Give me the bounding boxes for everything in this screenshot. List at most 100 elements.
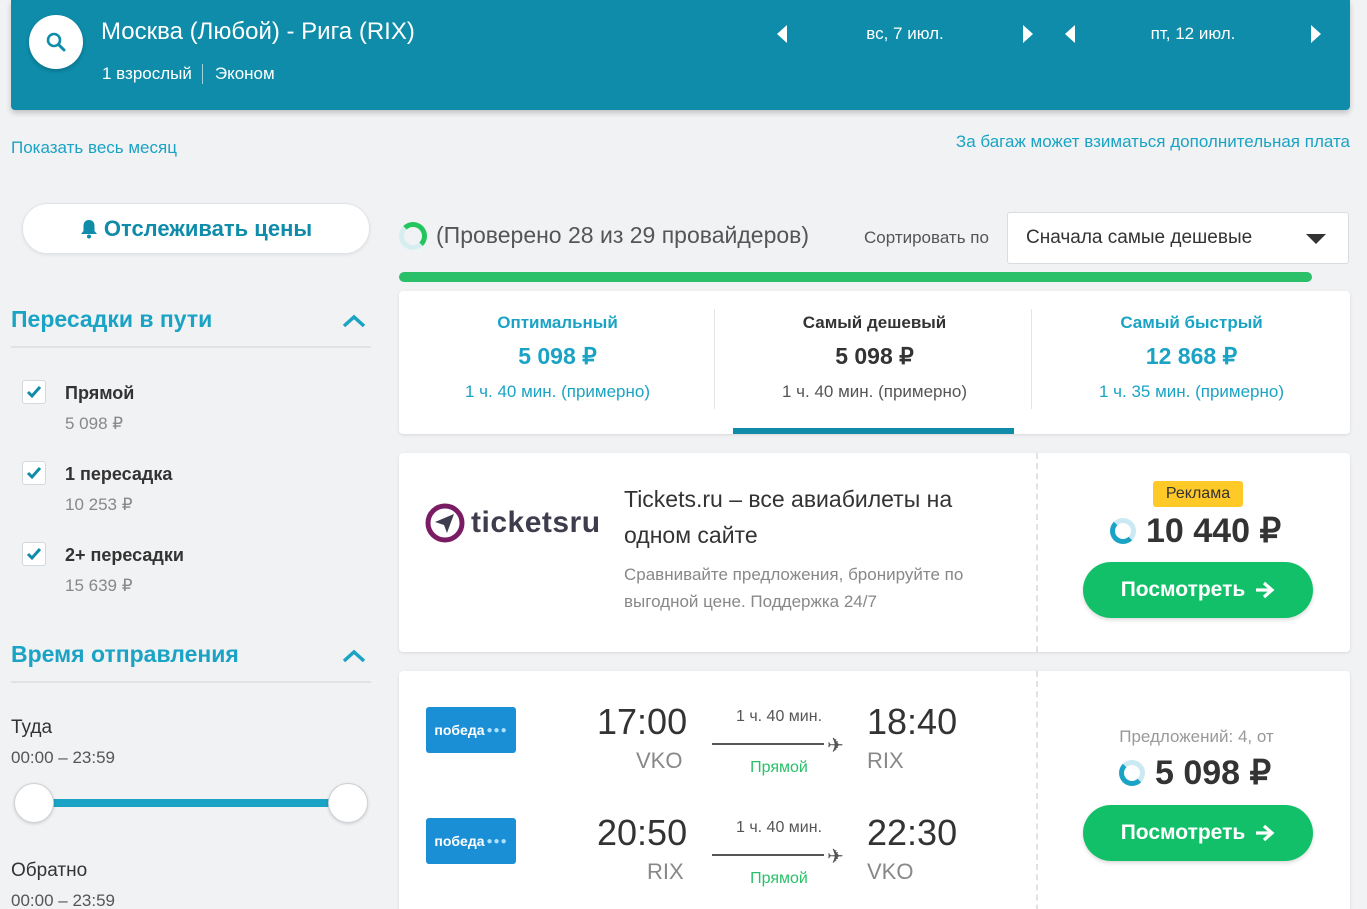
flight-result-card[interactable]: победа ●●● 17:00 VKO 1 ч. 40 мин. ✈ Прямо… [399, 671, 1350, 909]
tab-duration: 1 ч. 40 мин. (примерно) [781, 382, 968, 401]
tab-optimal[interactable]: Оптимальный 5 098 ₽ 1 ч. 40 мин. (пример… [399, 291, 716, 434]
slider-handle-start[interactable] [14, 783, 54, 823]
tab-title: Оптимальный [497, 313, 618, 332]
stops-info: Прямой [750, 870, 808, 887]
outbound-time-range: 00:00 – 23:59 [11, 748, 115, 767]
ticketsru-logo: ticketsru [425, 503, 601, 543]
return-date[interactable]: пт, 12 июл. [1075, 24, 1311, 44]
departure-time-title[interactable]: Время отправления [11, 641, 239, 668]
divider [1036, 671, 1038, 909]
trip-details[interactable]: 1 взрослый Эконом [102, 64, 275, 84]
arrow-right-icon [1256, 824, 1275, 842]
outbound-label: Туда [11, 717, 53, 738]
stops-filter-title[interactable]: Пересадки в пути [11, 306, 212, 333]
tab-price: 12 868 ₽ [1145, 343, 1238, 369]
stops-label[interactable]: Прямой [65, 383, 134, 404]
stops-price: 5 098 ₽ [65, 414, 124, 433]
bell-icon [80, 219, 97, 238]
plane-icon: ✈ [827, 735, 844, 757]
next-return-date-icon[interactable] [1311, 25, 1321, 43]
provider-loading-icon [1110, 518, 1136, 544]
sort-select[interactable]: Сначала самые дешевые [1007, 212, 1349, 264]
return-time-range: 00:00 – 23:59 [11, 891, 115, 909]
divider [11, 346, 371, 348]
stops-checkbox-direct[interactable] [22, 380, 46, 404]
slider-handle-end[interactable] [328, 783, 368, 823]
tab-duration: 1 ч. 40 мин. (примерно) [464, 382, 651, 401]
time-slider-track[interactable] [34, 799, 348, 807]
ad-description: Сравнивайте предложения, бронируйте по в… [624, 565, 964, 611]
track-prices-button[interactable]: Отслеживать цены [22, 203, 370, 254]
view-flight-button[interactable]: Посмотреть [1083, 805, 1313, 861]
logo-dots-icon: ●●● [486, 835, 508, 847]
search-button[interactable] [29, 15, 83, 69]
button-label: Посмотреть [1120, 578, 1246, 601]
stops-price: 15 639 ₽ [65, 576, 133, 595]
tab-title: Самый дешевый [802, 313, 947, 332]
flight-duration: 1 ч. 40 мин. [735, 708, 823, 725]
arrival-airport: RIX [867, 748, 904, 773]
flight-line [712, 743, 824, 745]
checkmark-icon [26, 386, 42, 399]
stops-info: Прямой [750, 759, 808, 776]
airline-logo: победа ●●● [426, 818, 516, 864]
sort-value: Сначала самые дешевые [1026, 227, 1253, 248]
checkmark-icon [26, 548, 42, 561]
next-depart-date-icon[interactable] [1023, 25, 1033, 43]
baggage-note-link[interactable]: За багаж может взиматься дополнительная … [956, 132, 1350, 152]
divider [11, 681, 371, 683]
tab-price: 5 098 ₽ [518, 343, 597, 369]
chevron-up-icon[interactable] [342, 314, 366, 328]
stops-checkbox-one[interactable] [22, 461, 46, 485]
arrival-time: 18:40 [867, 701, 958, 742]
result-tabs: Оптимальный 5 098 ₽ 1 ч. 40 мин. (пример… [399, 291, 1350, 434]
chevron-up-icon[interactable] [342, 649, 366, 663]
divider [1031, 309, 1032, 409]
ad-badge: Реклама [1153, 481, 1243, 507]
ad-title[interactable]: Tickets.ru – все авиабилеты на одном сай… [624, 481, 1004, 553]
prev-depart-date-icon[interactable] [777, 25, 787, 43]
logo-dots-icon: ●●● [486, 724, 508, 736]
airline-logo: победа ●●● [426, 707, 516, 753]
departure-airport: RIX [647, 859, 684, 884]
stops-price: 10 253 ₽ [65, 495, 133, 514]
offers-count: Предложений: 4, от [1119, 727, 1274, 746]
arrival-time: 22:30 [867, 812, 958, 853]
route-title[interactable]: Москва (Любой) - Рига (RIX) [101, 18, 415, 46]
stops-checkbox-two-plus[interactable] [22, 542, 46, 566]
passengers-label: 1 взрослый [102, 64, 192, 83]
prev-return-date-icon[interactable] [1065, 25, 1075, 43]
view-ad-button[interactable]: Посмотреть [1083, 562, 1313, 618]
flight-line [712, 854, 824, 856]
price-amount: 5 098 ₽ [1155, 754, 1272, 792]
departure-airport: VKO [636, 748, 683, 773]
depart-date-nav: вс, 7 июл. [777, 20, 1033, 48]
stops-label[interactable]: 1 пересадка [65, 464, 172, 485]
arrival-airport: VKO [867, 859, 914, 884]
ad-price: 10 440 ₽ [1110, 511, 1281, 551]
stops-label[interactable]: 2+ пересадки [65, 545, 184, 566]
provider-loading-icon [1119, 760, 1145, 786]
ad-card[interactable]: ticketsru Tickets.ru – все авиабилеты на… [399, 453, 1350, 652]
ticketsru-logo-icon [425, 503, 465, 543]
price-amount: 10 440 ₽ [1146, 512, 1282, 550]
plane-icon: ✈ [827, 846, 844, 868]
airline-name: победа [434, 833, 485, 849]
return-date-nav: пт, 12 июл. [1065, 20, 1321, 48]
departure-time: 20:50 [597, 812, 688, 853]
search-icon [46, 32, 66, 52]
flight-price: 5 098 ₽ [1119, 753, 1271, 793]
sort-label: Сортировать по [864, 228, 989, 247]
return-label: Обратно [11, 860, 88, 881]
active-tab-indicator [733, 428, 1014, 434]
arrow-right-icon [1256, 581, 1275, 599]
flight-duration: 1 ч. 40 мин. [735, 819, 823, 836]
divider [714, 309, 715, 409]
cabin-label: Эконом [214, 64, 275, 83]
tab-cheapest[interactable]: Самый дешевый 5 098 ₽ 1 ч. 40 мин. (прим… [716, 291, 1033, 434]
depart-date[interactable]: вс, 7 июл. [787, 24, 1023, 44]
track-prices-label: Отслеживать цены [103, 215, 313, 241]
show-month-link[interactable]: Показать весь месяц [11, 138, 177, 158]
departure-time: 17:00 [597, 701, 688, 742]
tab-fastest[interactable]: Самый быстрый 12 868 ₽ 1 ч. 35 мин. (при… [1033, 291, 1350, 434]
